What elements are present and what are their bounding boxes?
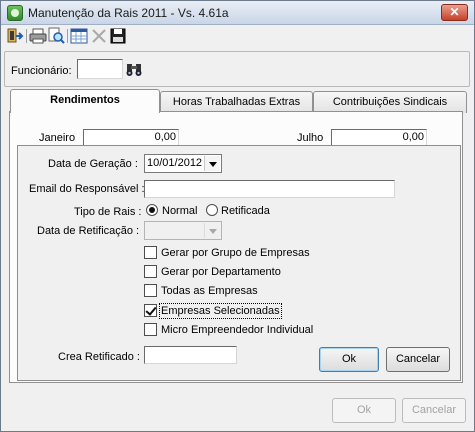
empresas-selecionadas-checkbox[interactable] [144, 304, 157, 317]
cancel-button[interactable]: Cancelar [386, 347, 450, 372]
grupo-empresas-label: Gerar por Grupo de Empresas [161, 247, 310, 259]
micro-empreendedor-checkbox[interactable] [144, 323, 157, 336]
tipo-normal-radio[interactable] [146, 204, 158, 216]
todas-empresas-label: Todas as Empresas [161, 285, 258, 297]
janeiro-label: Janeiro [39, 132, 76, 144]
data-geracao-value: 10/01/2012 [147, 157, 203, 169]
main-window: Manutenção da Rais 2011 - Vs. 4.61a ✕ Fu… [0, 0, 475, 432]
tab-horas-trabalhadas-extras[interactable]: Horas Trabalhadas Extras [160, 91, 313, 113]
tipo-retificada-label: Retificada [221, 205, 270, 217]
empresas-selecionadas-label: Empresas Selecionadas [159, 303, 282, 319]
print-icon[interactable] [29, 27, 47, 45]
crea-label: Crea Retificado : [58, 351, 140, 363]
julho-label: Julho [297, 132, 324, 144]
departamento-checkbox[interactable] [144, 265, 157, 278]
crea-input[interactable] [144, 346, 237, 364]
tab-contribuicoes-sindicais[interactable]: Contribuições Sindicais [313, 91, 467, 113]
data-geracao-label: Data de Geração : [48, 158, 138, 170]
email-input[interactable] [144, 180, 395, 198]
micro-empreendedor-label: Micro Empreendedor Individual [161, 324, 314, 336]
preview-icon[interactable] [47, 27, 65, 45]
close-button[interactable]: ✕ [441, 4, 468, 21]
delete-icon[interactable] [90, 27, 108, 45]
departamento-label: Gerar por Departamento [161, 266, 281, 278]
exit-icon[interactable] [6, 27, 24, 45]
ok-button[interactable]: Ok [319, 347, 379, 372]
app-icon [7, 5, 23, 21]
grid-icon[interactable] [70, 27, 88, 45]
data-retificacao-label: Data de Retificação : [37, 225, 140, 237]
footer-ok-button[interactable]: Ok [332, 398, 396, 423]
title-bar[interactable]: Manutenção da Rais 2011 - Vs. 4.61a ✕ [1, 1, 474, 25]
email-label: Email do Responsável : [29, 183, 145, 195]
data-retificacao-picker [144, 221, 222, 240]
funcionario-input[interactable] [77, 59, 123, 79]
footer-cancel-button[interactable]: Cancelar [402, 398, 466, 423]
chevron-down-icon [204, 223, 220, 238]
chevron-down-icon[interactable] [204, 156, 220, 171]
save-icon[interactable] [109, 27, 127, 45]
cancel-button-label: Cancelar [395, 353, 441, 365]
tipo-normal-label: Normal [162, 205, 198, 217]
data-geracao-picker[interactable]: 10/01/2012 [144, 154, 222, 173]
todas-empresas-checkbox[interactable] [144, 284, 157, 297]
tipo-retificada-radio[interactable] [206, 204, 218, 216]
footer-ok-label: Ok [356, 404, 372, 416]
tab-rendimentos[interactable]: Rendimentos [10, 89, 160, 113]
ok-button-label: Ok [341, 353, 357, 365]
tipo-rais-label: Tipo de Rais : [74, 206, 142, 218]
footer-cancel-label: Cancelar [411, 404, 457, 416]
grupo-empresas-checkbox[interactable] [144, 246, 157, 259]
funcionario-label: Funcionário: [11, 65, 72, 77]
funcionario-group [4, 51, 470, 87]
window-title: Manutenção da Rais 2011 - Vs. 4.61a [28, 6, 229, 20]
binoculars-icon[interactable] [125, 60, 143, 78]
